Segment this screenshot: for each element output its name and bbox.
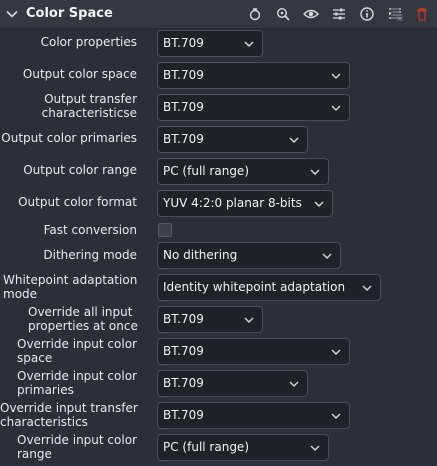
label-whitepoint-adaptation-mode: Whitepoint adaptation mode — [3, 273, 138, 301]
panel-title: Color Space — [26, 6, 113, 21]
override-input-color-primaries-select[interactable]: BT.709 — [157, 370, 308, 397]
chevron-down-icon — [244, 317, 254, 323]
chevron-down-icon — [331, 349, 341, 355]
label-override-input-color-range: Override input color range — [17, 433, 137, 461]
override-input-transfer-select[interactable]: BT.709 — [157, 402, 350, 429]
panel-header: Color Space — [0, 0, 437, 29]
chevron-down-icon — [289, 137, 299, 143]
whitepoint-adaptation-select[interactable]: Identity whitepoint adaptation — [157, 274, 381, 301]
output-color-space-select[interactable]: BT.709 — [157, 62, 350, 89]
output-transfer-select[interactable]: BT.709 — [157, 94, 350, 121]
label-override-input-color-space: Override input color space — [17, 337, 137, 365]
label-output-transfer-characteristics: Output transfer characteristicse — [41, 92, 137, 120]
chevron-down-icon — [331, 73, 341, 79]
sliders-icon[interactable] — [331, 6, 347, 22]
chevron-down-icon — [310, 445, 320, 451]
label-fast-conversion: Fast conversion — [43, 223, 137, 237]
info-icon[interactable] — [359, 6, 375, 22]
output-color-format-select[interactable]: YUV 4:2:0 planar 8-bits — [157, 190, 333, 217]
output-color-primaries-select[interactable]: BT.709 — [157, 126, 308, 153]
label-override-input-color-primaries: Override input color primaries — [17, 369, 137, 397]
eye-icon[interactable] — [303, 6, 319, 22]
chevron-down-icon — [331, 105, 341, 111]
copy-icon[interactable] — [388, 6, 404, 22]
output-color-range-select[interactable]: PC (full range) — [157, 158, 329, 185]
chevron-down-icon[interactable] — [4, 6, 20, 22]
label-override-input-transfer: Override input transfer characteristics — [0, 401, 138, 429]
label-output-color-space: Output color space — [22, 67, 137, 81]
label-output-color-primaries: Output color primaries — [1, 131, 137, 145]
search-icon[interactable] — [275, 6, 291, 22]
reset-icon[interactable] — [247, 6, 263, 22]
override-input-color-space-select[interactable]: BT.709 — [157, 338, 350, 365]
chevron-down-icon — [314, 201, 324, 207]
fast-conversion-checkbox[interactable] — [158, 223, 172, 237]
chevron-down-icon — [244, 41, 254, 47]
label-color-properties: Color properties — [40, 35, 137, 49]
dithering-mode-select[interactable]: No dithering — [157, 242, 341, 269]
override-all-input-select[interactable]: BT.709 — [157, 306, 263, 333]
override-input-color-range-select[interactable]: PC (full range) — [157, 434, 329, 461]
chevron-down-icon — [310, 169, 320, 175]
chevron-down-icon — [331, 413, 341, 419]
chevron-down-icon — [289, 381, 299, 387]
label-output-color-range: Output color range — [23, 163, 137, 177]
label-dithering-mode: Dithering mode — [43, 248, 137, 262]
chevron-down-icon — [322, 253, 332, 259]
delete-icon[interactable] — [414, 6, 430, 22]
chevron-down-icon — [362, 285, 372, 291]
color-properties-select[interactable]: BT.709 — [157, 30, 263, 57]
label-override-all-input-properties: Override all input properties at once — [28, 305, 138, 333]
label-output-color-format: Output color format — [18, 195, 137, 209]
